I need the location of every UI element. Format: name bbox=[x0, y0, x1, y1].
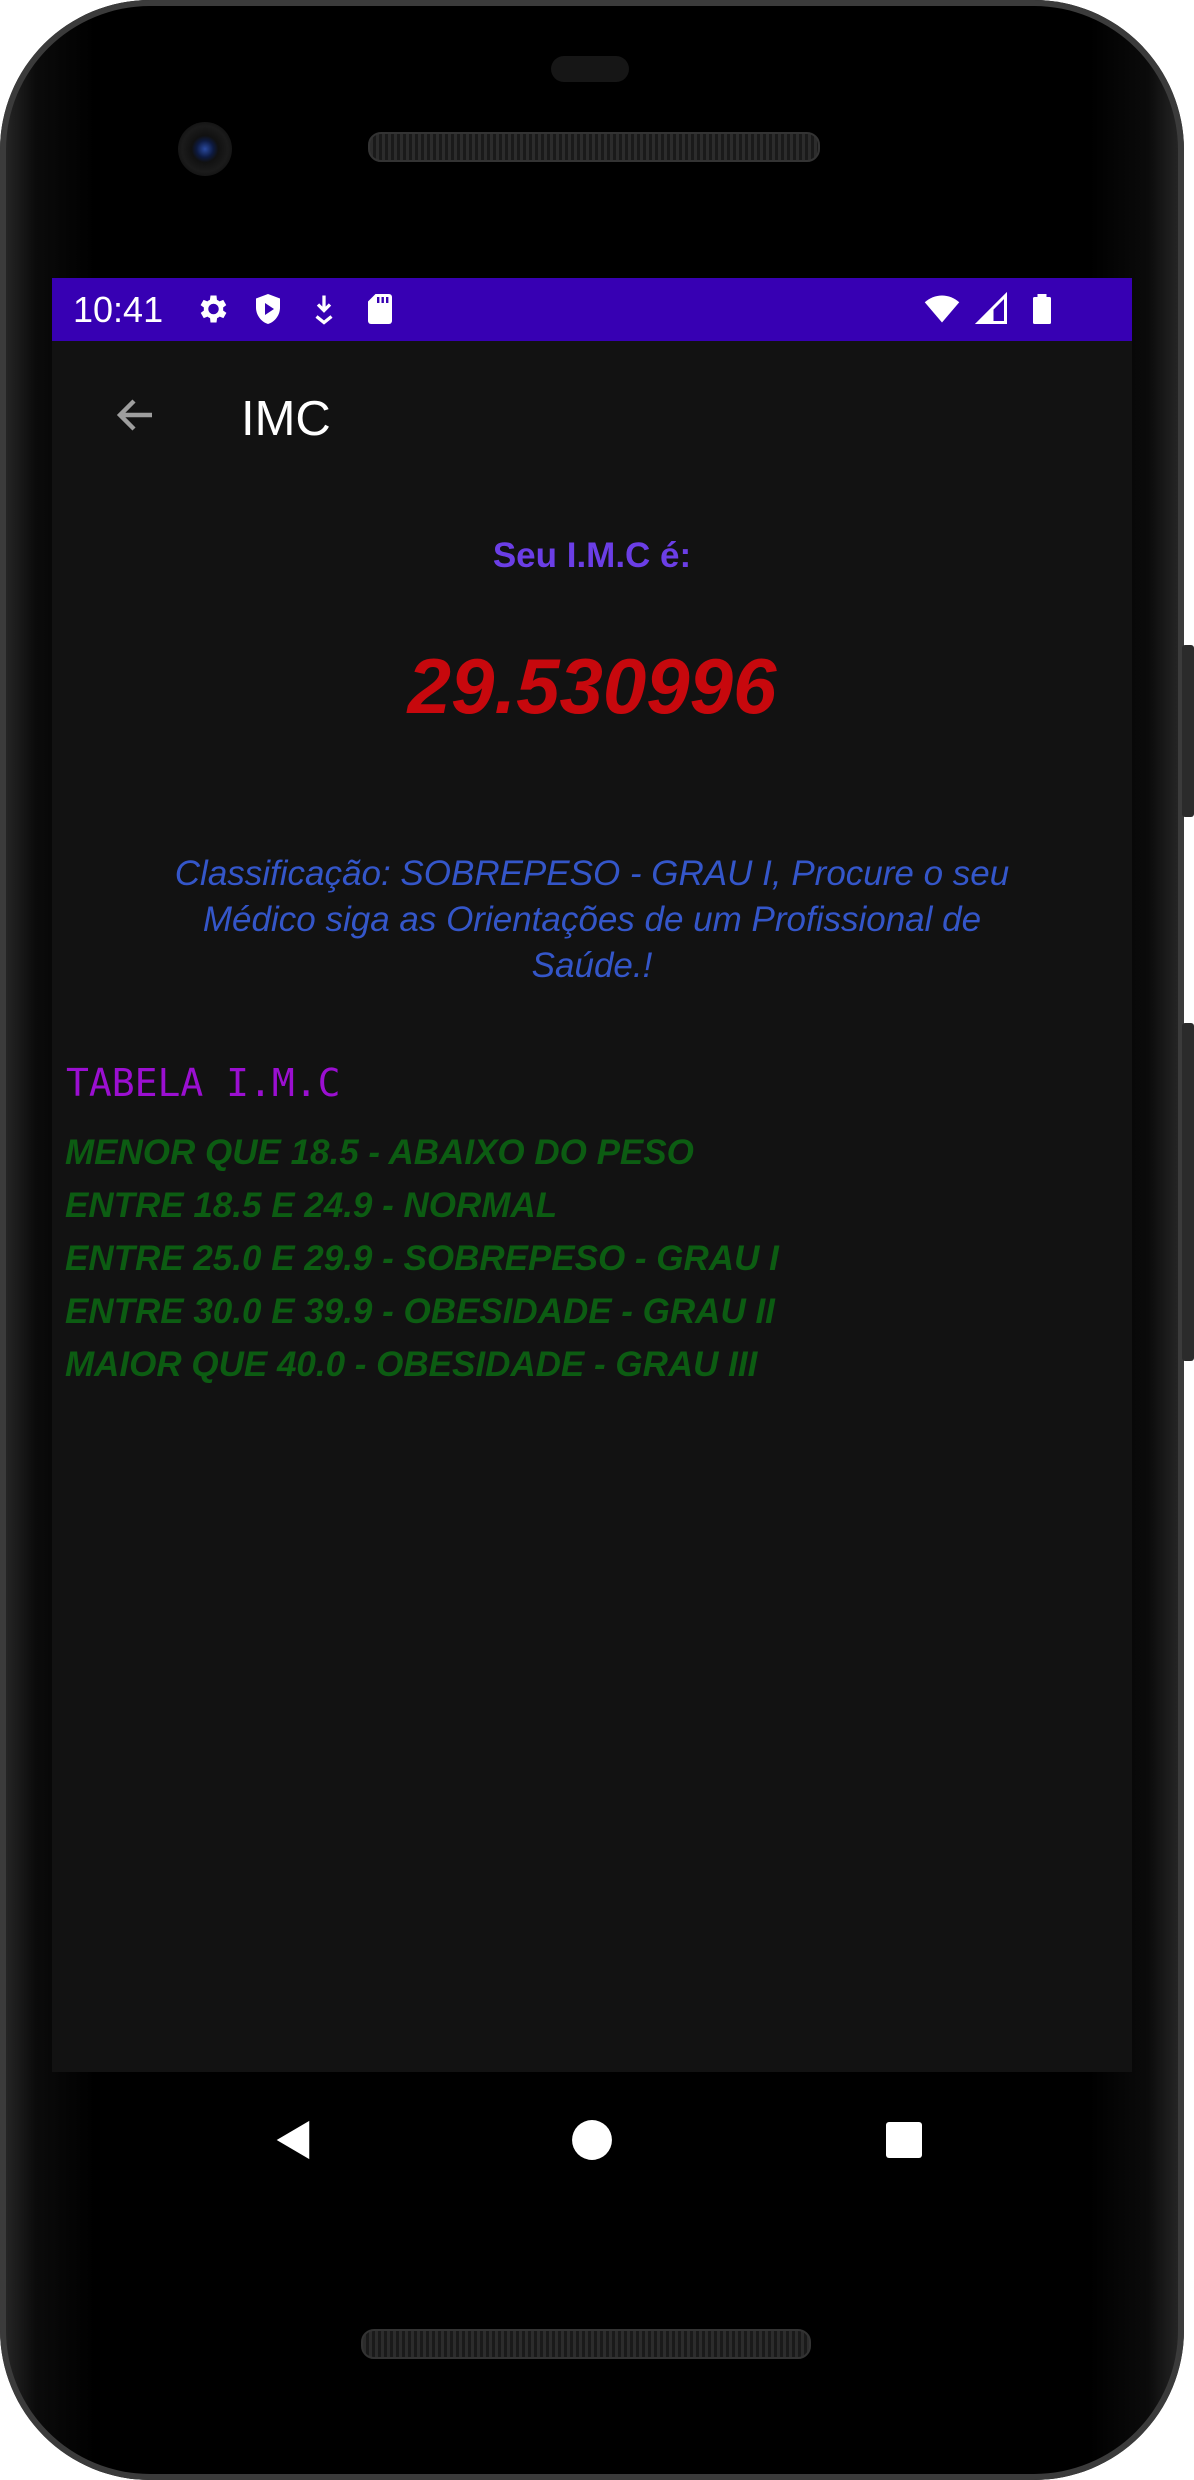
sd-card-icon bbox=[368, 294, 392, 324]
power-button bbox=[1182, 1023, 1194, 1361]
arrow-back-icon bbox=[116, 399, 152, 431]
earpiece-slot bbox=[551, 56, 629, 82]
front-camera bbox=[178, 122, 232, 176]
result-label: Seu I.M.C é: bbox=[492, 536, 692, 575]
navigation-bar bbox=[52, 2072, 1132, 2204]
table-row: MENOR QUE 18.5 - ABAIXO DO PESO bbox=[65, 1133, 694, 1172]
screen: 10:41 IMC Seu I.M.C é: 29.530996 Classif… bbox=[52, 278, 1132, 2072]
top-speaker-grille bbox=[368, 132, 820, 162]
wifi-icon bbox=[924, 295, 960, 323]
bmi-value: 29.530996 bbox=[407, 642, 777, 730]
app-bar: IMC bbox=[52, 341, 1132, 488]
bmi-table: MENOR QUE 18.5 - ABAIXO DO PESO ENTRE 18… bbox=[65, 1126, 779, 1391]
download-icon bbox=[315, 295, 333, 325]
nav-back-button[interactable] bbox=[252, 2100, 332, 2180]
battery-icon bbox=[1033, 294, 1051, 324]
status-bar: 10:41 bbox=[52, 278, 1132, 341]
shield-play-icon bbox=[256, 294, 280, 324]
table-title: TABELA I.M.C bbox=[66, 1061, 341, 1105]
table-row: MAIOR QUE 40.0 - OBESIDADE - GRAU III bbox=[65, 1345, 758, 1384]
nav-home-button[interactable] bbox=[552, 2100, 632, 2180]
nav-back-icon bbox=[276, 2120, 310, 2160]
bottom-speaker-grille bbox=[361, 2329, 811, 2359]
back-button[interactable] bbox=[92, 371, 180, 459]
gear-icon bbox=[200, 295, 227, 323]
nav-home-icon bbox=[572, 2120, 612, 2160]
table-row: ENTRE 25.0 E 29.9 - SOBREPESO - GRAU I bbox=[65, 1239, 779, 1278]
nav-recents-icon bbox=[886, 2122, 922, 2158]
volume-button bbox=[1182, 645, 1194, 817]
page-title: IMC bbox=[241, 392, 331, 446]
signal-icon bbox=[974, 291, 1007, 324]
status-icons-left bbox=[194, 290, 398, 328]
status-icons-right bbox=[924, 290, 1060, 328]
status-time: 10:41 bbox=[73, 289, 164, 330]
classification-text: Classificação: SOBREPESO - GRAU I, Procu… bbox=[174, 854, 1010, 985]
table-row: ENTRE 30.0 E 39.9 - OBESIDADE - GRAU II bbox=[65, 1292, 775, 1331]
nav-recents-button[interactable] bbox=[864, 2100, 944, 2180]
table-row: ENTRE 18.5 E 24.9 - NORMAL bbox=[65, 1186, 558, 1225]
